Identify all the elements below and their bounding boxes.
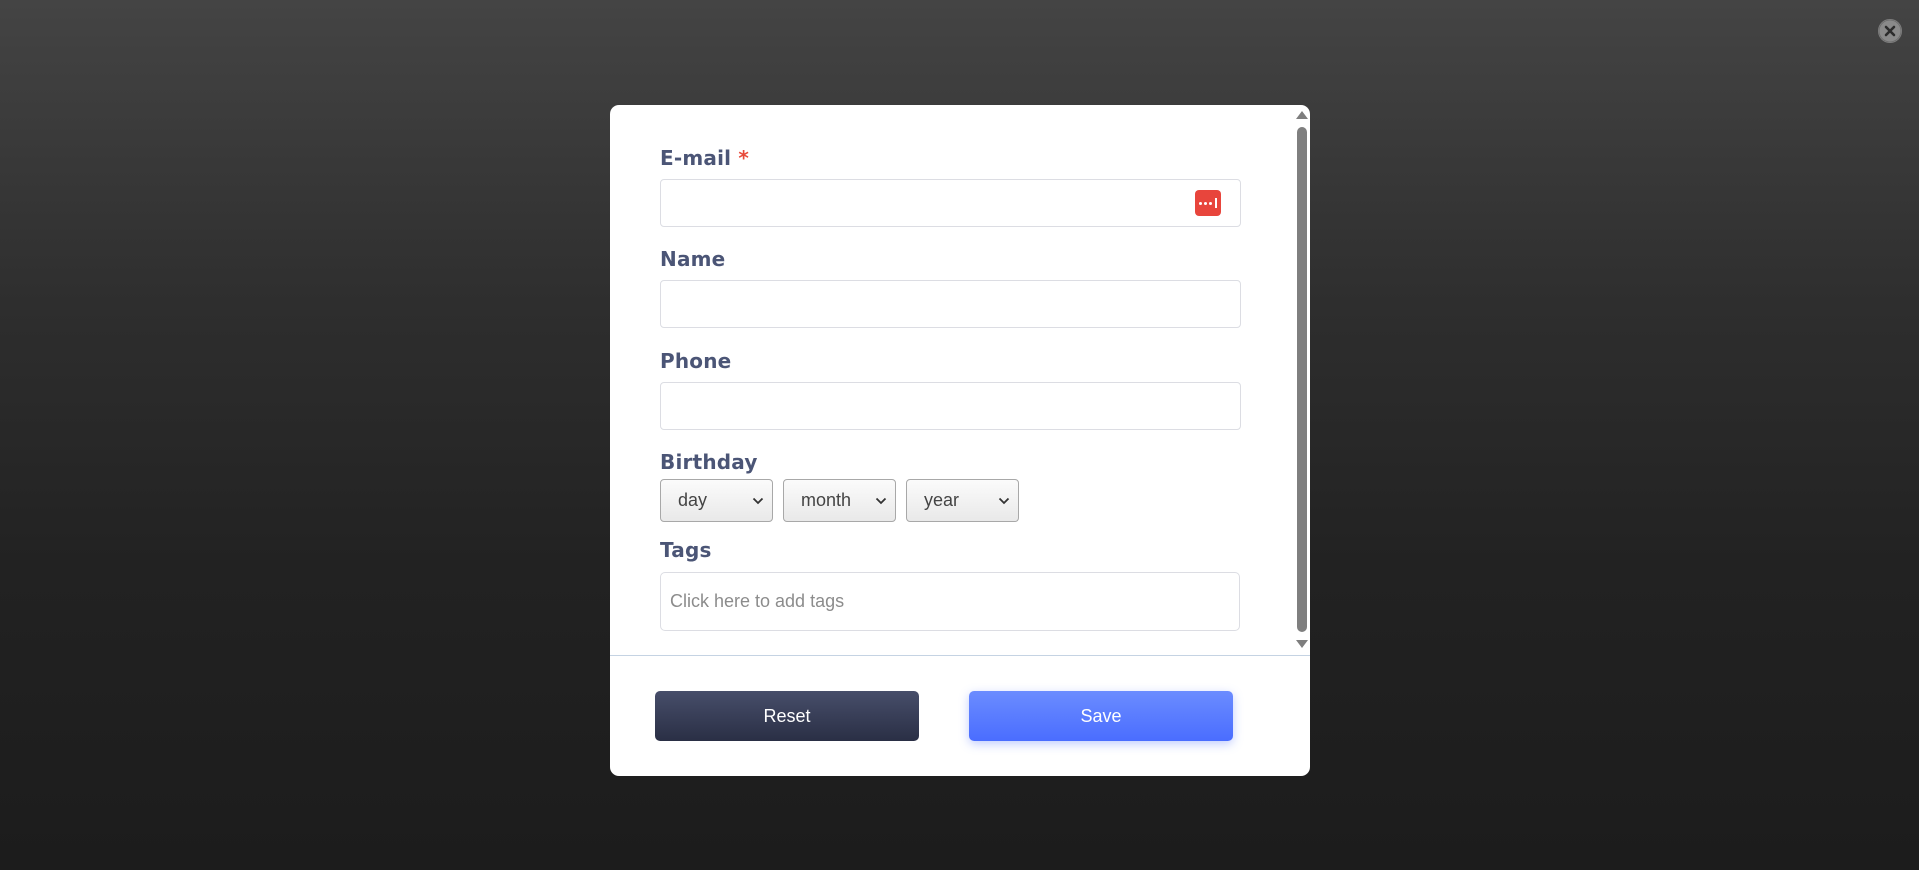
overlay-close-button[interactable]: [1878, 19, 1902, 43]
scrollbar-thumb[interactable]: [1297, 127, 1307, 632]
scroll-down-arrow-icon[interactable]: [1296, 640, 1308, 648]
birthday-label: Birthday: [660, 450, 758, 474]
email-label: E-mail *: [660, 146, 750, 170]
birthday-month-select[interactable]: month: [783, 479, 896, 522]
reset-button[interactable]: Reset: [655, 691, 919, 741]
chevron-down-icon: [752, 497, 764, 504]
scroll-up-arrow-icon[interactable]: [1296, 111, 1308, 119]
required-marker: *: [738, 146, 750, 170]
name-field[interactable]: [660, 280, 1241, 328]
close-circle-icon: [1878, 19, 1902, 43]
birthday-year-select[interactable]: year: [906, 479, 1019, 522]
tags-input[interactable]: Click here to add tags: [660, 572, 1240, 631]
save-button[interactable]: Save: [969, 691, 1233, 741]
name-label: Name: [660, 247, 726, 271]
email-field[interactable]: [660, 179, 1241, 227]
contact-form-modal: E-mail * Name Phone Birthday day month y…: [610, 105, 1310, 776]
chevron-down-icon: [875, 497, 887, 504]
phone-label: Phone: [660, 349, 732, 373]
phone-field[interactable]: [660, 382, 1241, 430]
form-scrollbar[interactable]: [1293, 105, 1310, 655]
form-scroll-area: E-mail * Name Phone Birthday day month y…: [610, 105, 1310, 655]
footer-divider: [610, 655, 1310, 656]
tags-placeholder: Click here to add tags: [670, 591, 845, 611]
birthday-day-select[interactable]: day: [660, 479, 773, 522]
chevron-down-icon: [998, 497, 1010, 504]
tags-label: Tags: [660, 538, 712, 562]
birthday-selects: day month year: [660, 479, 1310, 522]
password-manager-icon[interactable]: [1195, 190, 1221, 216]
